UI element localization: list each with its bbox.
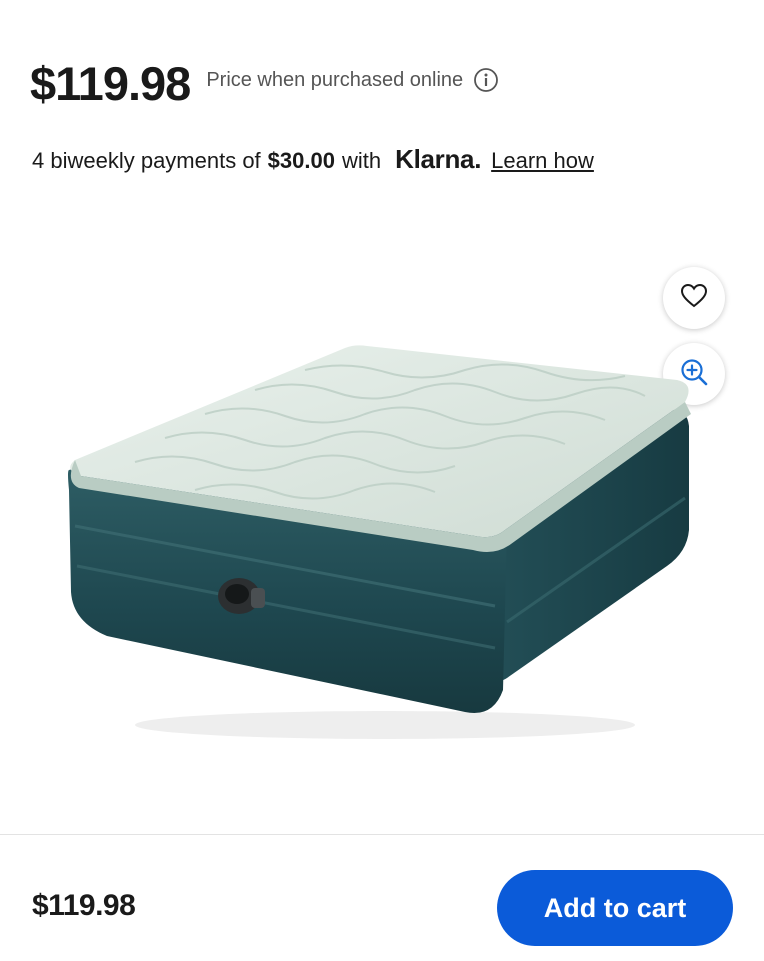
favorite-button[interactable] [663,267,725,329]
klarna-amount: $30.00 [267,148,335,173]
info-icon[interactable] [473,67,499,93]
product-price: $119.98 [30,57,191,110]
klarna-with: with [341,148,382,173]
price-row: $119.98 Price when purchased online [30,56,499,112]
klarna-logo: Klarna. [395,144,482,174]
add-to-cart-button[interactable]: Add to cart [497,870,733,946]
klarna-prefix: 4 biweekly payments of [32,148,261,173]
product-image[interactable] [55,330,705,750]
learn-how-link[interactable]: Learn how [491,148,594,174]
bottom-bar: $119.98 Add to cart [0,834,764,961]
bottom-price: $119.98 [32,889,136,922]
klarna-payment-row: 4 biweekly payments of $30.00 with Klarn… [32,144,594,175]
price-note: Price when purchased online [206,67,499,93]
heart-icon [680,283,708,314]
price-note-text: Price when purchased online [206,68,464,91]
